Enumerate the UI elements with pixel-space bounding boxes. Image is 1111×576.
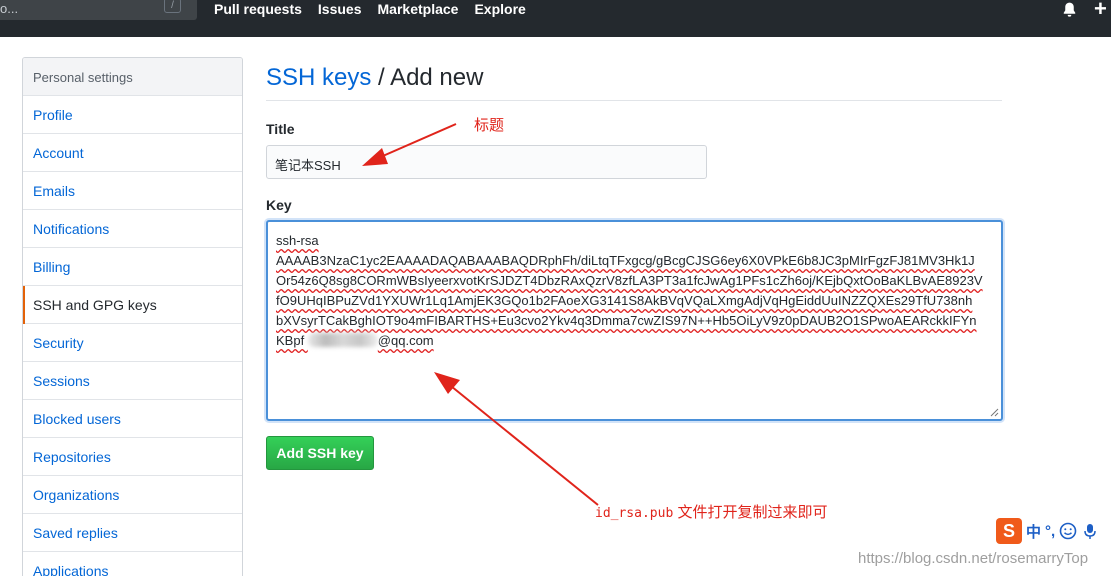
- sidebar-item-notifications[interactable]: Notifications: [23, 210, 242, 248]
- sogou-logo-icon[interactable]: S: [996, 518, 1022, 544]
- sidebar-item-sessions[interactable]: Sessions: [23, 362, 242, 400]
- annotation-key-note-text: 文件打开复制过来即可: [673, 504, 828, 521]
- search-input[interactable]: o... /: [0, 0, 197, 20]
- resize-handle-icon[interactable]: [990, 408, 999, 417]
- ime-toolbar: S 中 °,: [996, 518, 1099, 544]
- breadcrumb-separator: /: [371, 64, 391, 91]
- nav-issues[interactable]: Issues: [318, 1, 362, 17]
- key-label: Key: [266, 197, 292, 213]
- title-label: Title: [266, 121, 295, 137]
- key-line-1: ssh-rsa: [276, 233, 319, 248]
- sidebar-heading: Personal settings: [23, 58, 242, 96]
- add-ssh-key-button[interactable]: Add SSH key: [266, 436, 374, 470]
- search-shortcut-key: /: [164, 0, 181, 13]
- search-placeholder: o...: [0, 1, 19, 16]
- header-nav: Pull requests Issues Marketplace Explore: [214, 1, 526, 17]
- sidebar-item-blocked-users[interactable]: Blocked users: [23, 400, 242, 438]
- breadcrumb-current: Add new: [390, 64, 484, 91]
- plus-icon[interactable]: +: [1094, 0, 1107, 22]
- annotation-title-note: 标题: [474, 117, 505, 134]
- sidebar-item-security[interactable]: Security: [23, 324, 242, 362]
- bell-icon[interactable]: [1061, 1, 1078, 18]
- smiley-icon[interactable]: [1059, 522, 1077, 540]
- page-title: SSH keys / Add new: [266, 64, 483, 92]
- ime-language[interactable]: 中: [1026, 521, 1041, 542]
- key-line-5: bXVsyrTCakBghIOT9o4mFIBARTHS+Eu3cvo2Ykv4…: [276, 313, 977, 328]
- annotation-key-note-code: id_rsa.pub: [595, 506, 674, 521]
- title-input[interactable]: 笔记本SSH: [266, 145, 707, 179]
- sidebar-item-repositories[interactable]: Repositories: [23, 438, 242, 476]
- sidebar-item-saved-replies[interactable]: Saved replies: [23, 514, 242, 552]
- sidebar-item-applications[interactable]: Applications: [23, 552, 242, 576]
- key-line-3: Or54z6Q8sg8CORmWBsIyeerxvotKrSJDZT4DbzRA…: [276, 273, 983, 288]
- key-line-6: KBpf @qq.com: [276, 331, 993, 351]
- watermark: https://blog.csdn.net/rosemarryTop: [858, 550, 1089, 567]
- nav-marketplace[interactable]: Marketplace: [378, 1, 459, 17]
- sidebar-item-ssh-gpg-keys[interactable]: SSH and GPG keys: [23, 286, 242, 324]
- annotation-key-note: id_rsa.pub 文件打开复制过来即可: [595, 501, 827, 522]
- settings-sidebar: Personal settings Profile Account Emails…: [22, 57, 243, 576]
- top-header: o... / Pull requests Issues Marketplace …: [0, 0, 1111, 37]
- nav-pull-requests[interactable]: Pull requests: [214, 1, 302, 17]
- redacted-email-blur: [307, 333, 378, 347]
- sidebar-item-emails[interactable]: Emails: [23, 172, 242, 210]
- title-divider: [266, 100, 1002, 101]
- key-textarea[interactable]: ssh-rsa AAAAB3NzaC1yc2EAAAADAQABAAABAQDR…: [266, 220, 1003, 421]
- nav-explore[interactable]: Explore: [474, 1, 525, 17]
- microphone-icon[interactable]: [1081, 522, 1099, 540]
- breadcrumb-ssh-keys-link[interactable]: SSH keys: [266, 64, 371, 91]
- sidebar-item-account[interactable]: Account: [23, 134, 242, 172]
- ime-punctuation[interactable]: °,: [1045, 523, 1055, 540]
- sidebar-item-organizations[interactable]: Organizations: [23, 476, 242, 514]
- sidebar-item-profile[interactable]: Profile: [23, 96, 242, 134]
- key-last-suffix: @qq.com: [377, 333, 434, 348]
- key-line-2: AAAAB3NzaC1yc2EAAAADAQABAAABAQDRphFh/diL…: [276, 253, 975, 268]
- key-last-prefix: KBpf: [276, 333, 308, 348]
- sidebar-item-billing[interactable]: Billing: [23, 248, 242, 286]
- key-line-4: fO9UHqIBPuZVd1YXUWr1Lq1AmjEK3GQo1b2FAoeX…: [276, 293, 973, 308]
